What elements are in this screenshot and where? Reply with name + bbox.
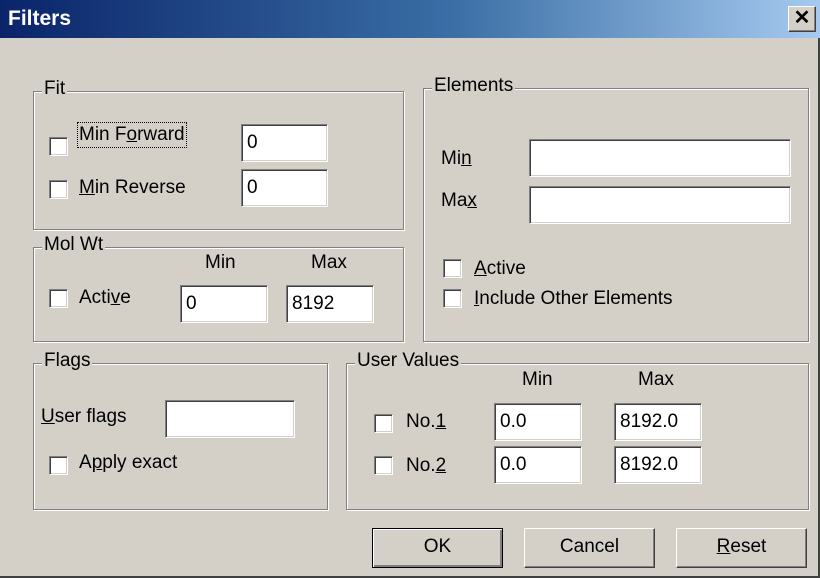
elements-min-input[interactable] bbox=[529, 139, 791, 177]
apply-exact-checkbox[interactable] bbox=[49, 456, 68, 475]
elements-active-label[interactable]: Active bbox=[474, 258, 526, 280]
user-value-2-label[interactable]: No.2 bbox=[406, 455, 446, 477]
close-button[interactable]: ✕ bbox=[788, 6, 816, 32]
min-forward-checkbox[interactable] bbox=[49, 137, 68, 156]
min-reverse-checkbox[interactable] bbox=[49, 180, 68, 199]
user-value-1-checkbox[interactable] bbox=[374, 414, 393, 433]
ok-button[interactable]: OK bbox=[372, 528, 503, 568]
elements-max-label: Max bbox=[441, 190, 477, 211]
apply-exact-label[interactable]: Apply exact bbox=[79, 452, 177, 474]
elements-min-label: Min bbox=[441, 148, 472, 169]
elements-active-checkbox[interactable] bbox=[443, 259, 462, 278]
elements-max-input[interactable] bbox=[529, 186, 791, 224]
user-value-1-min-input[interactable] bbox=[494, 403, 582, 441]
user-value-1-label[interactable]: No.1 bbox=[406, 411, 446, 433]
user-values-max-header: Max bbox=[638, 369, 674, 390]
mol-wt-active-checkbox[interactable] bbox=[49, 289, 68, 308]
mol-wt-max-header: Max bbox=[311, 252, 347, 273]
user-flags-input[interactable] bbox=[165, 400, 295, 438]
user-value-2-max-input[interactable] bbox=[614, 446, 702, 484]
fit-group: Fit bbox=[33, 78, 404, 230]
mol-wt-min-header: Min bbox=[205, 252, 236, 273]
close-icon: ✕ bbox=[793, 7, 811, 29]
user-flags-label: User flags bbox=[41, 406, 127, 427]
min-forward-input[interactable] bbox=[241, 124, 328, 162]
include-other-elements-checkbox[interactable] bbox=[443, 289, 462, 308]
elements-legend: Elements bbox=[432, 75, 516, 97]
min-forward-label[interactable]: Min Forward bbox=[77, 122, 187, 148]
filters-dialog: Filters ✕ Fit Min Forward Min Reverse Mo… bbox=[0, 0, 820, 578]
user-value-1-max-input[interactable] bbox=[614, 403, 702, 441]
title-bar[interactable]: Filters ✕ bbox=[0, 0, 820, 38]
reset-button[interactable]: Reset bbox=[676, 528, 807, 568]
fit-legend: Fit bbox=[42, 78, 68, 100]
window-title: Filters bbox=[8, 7, 72, 30]
cancel-button[interactable]: Cancel bbox=[524, 528, 655, 568]
mol-wt-active-label[interactable]: Active bbox=[79, 287, 131, 309]
mol-wt-legend: Mol Wt bbox=[42, 234, 106, 256]
mol-wt-min-input[interactable] bbox=[180, 285, 268, 323]
user-value-2-checkbox[interactable] bbox=[374, 456, 393, 475]
user-value-2-min-input[interactable] bbox=[494, 446, 582, 484]
flags-legend: Flags bbox=[42, 350, 93, 372]
min-reverse-input[interactable] bbox=[241, 169, 328, 207]
user-values-min-header: Min bbox=[522, 369, 553, 390]
user-values-legend: User Values bbox=[355, 350, 462, 372]
mol-wt-max-input[interactable] bbox=[286, 285, 374, 323]
min-reverse-label[interactable]: Min Reverse bbox=[79, 177, 186, 199]
include-other-elements-label[interactable]: Include Other Elements bbox=[474, 288, 673, 310]
